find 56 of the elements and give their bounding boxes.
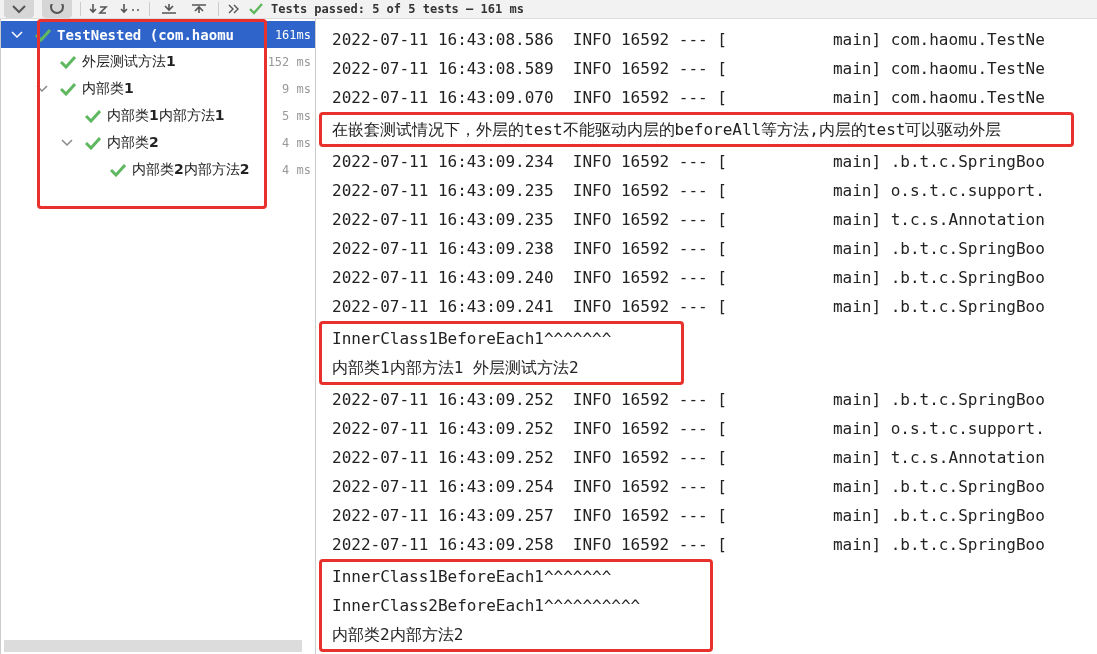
check-icon [85, 135, 101, 150]
check-icon [249, 3, 263, 15]
chevron-icon [12, 4, 26, 14]
test-duration: 9 ms [282, 81, 311, 96]
show-passed-button[interactable] [4, 0, 34, 18]
test-duration: 152 ms [267, 54, 311, 69]
log-line: 2022-07-11 16:43:09.241 INFO 16592 --- [ main] .b.t.c.SpringBoo [332, 296, 1045, 318]
sort-alpha-icon[interactable] [89, 4, 111, 14]
output-line: 在嵌套测试情况下，外层的test不能驱动内层的beforeAll等方法,内层的test可以驱动外层 [332, 119, 1002, 141]
log-line: 2022-07-11 16:43:09.235 INFO 16592 --- [ main] o.s.t.c.support. [332, 180, 1045, 202]
test-tree-item[interactable]: 内部类2内部方法2 4 ms [1, 156, 315, 183]
test-name: 内部类1内部方法1 [107, 106, 225, 125]
test-status-text: Tests passed: 5 of 5 tests – 161 ms [271, 2, 524, 16]
test-name: 外层测试方法1 [82, 52, 176, 71]
check-icon [35, 27, 51, 42]
test-duration: 4 ms [282, 135, 311, 150]
log-line: 2022-07-11 16:43:09.234 INFO 16592 --- [ main] .b.t.c.SpringBoo [332, 151, 1045, 173]
output-line: 内部类2内部方法2 [332, 624, 465, 646]
log-line: 2022-07-11 16:43:09.240 INFO 16592 --- [ main] .b.t.c.SpringBoo [332, 267, 1045, 289]
test-tree-item[interactable]: TestNested (com.haomu 161ms [1, 21, 315, 48]
log-line: 2022-07-11 16:43:09.252 INFO 16592 --- [ main] t.c.s.Annotation [332, 447, 1045, 469]
test-name: 内部类2 [107, 133, 159, 152]
log-line: 2022-07-11 16:43:09.252 INFO 16592 --- [ main] o.s.t.c.support. [332, 418, 1045, 440]
log-line: 2022-07-11 16:43:09.238 INFO 16592 --- [ main] .b.t.c.SpringBoo [332, 238, 1045, 260]
scrollbar-thumb[interactable] [4, 640, 302, 652]
check-icon [85, 108, 101, 123]
test-duration: 4 ms [282, 162, 311, 177]
test-name: 内部类2内部方法2 [132, 160, 250, 179]
log-line: 2022-07-11 16:43:08.589 INFO 16592 --- [ main] com.haomu.TestNe [332, 58, 1045, 80]
test-duration: 5 ms [282, 108, 311, 123]
output-line: InnerClass1BeforeEach1^^^^^^^ [332, 328, 612, 350]
check-icon [60, 54, 76, 69]
check-icon [110, 162, 126, 177]
sort-duration-icon[interactable] [119, 4, 141, 14]
test-duration: 161ms [274, 27, 311, 42]
chevron-icon[interactable] [61, 138, 73, 147]
test-tree-item[interactable]: 内部类1内部方法1 5 ms [1, 102, 315, 129]
check-icon [60, 81, 76, 96]
test-name: 内部类1 [82, 79, 134, 98]
log-line: 2022-07-11 16:43:09.252 INFO 16592 --- [ main] .b.t.c.SpringBoo [332, 389, 1045, 411]
output-line: InnerClass2BeforeEach1^^^^^^^^^^ [332, 595, 641, 617]
more-icon[interactable] [227, 4, 241, 14]
test-tree-item[interactable]: 外层测试方法1 152 ms [1, 48, 315, 75]
log-line: 2022-07-11 16:43:08.586 INFO 16592 --- [ main] com.haomu.TestNe [332, 29, 1045, 51]
test-tree-item[interactable]: 内部类2 4 ms [1, 129, 315, 156]
output-line: 内部类1内部方法1 外层测试方法2 [332, 357, 580, 379]
log-line: 2022-07-11 16:43:09.070 INFO 16592 --- [ main] com.haomu.TestNe [332, 87, 1045, 109]
log-line: 2022-07-11 16:43:09.235 INFO 16592 --- [ main] t.c.s.Annotation [332, 209, 1045, 231]
test-tree-item[interactable]: 内部类1 9 ms [1, 75, 315, 102]
show-ignored-button[interactable] [42, 0, 72, 18]
chevron-icon[interactable] [36, 84, 48, 93]
test-name: TestNested (com.haomu [57, 26, 234, 43]
output-line: InnerClass1BeforeEach1^^^^^^^ [332, 566, 613, 588]
log-line: 2022-07-11 16:43:09.258 INFO 16592 --- [ main] .b.t.c.SpringBoo [332, 534, 1045, 556]
log-line: 2022-07-11 16:43:09.254 INFO 16592 --- [ main] .b.t.c.SpringBoo [332, 476, 1045, 498]
log-line: 2022-07-11 16:43:09.257 INFO 16592 --- [ main] .b.t.c.SpringBoo [332, 505, 1045, 527]
